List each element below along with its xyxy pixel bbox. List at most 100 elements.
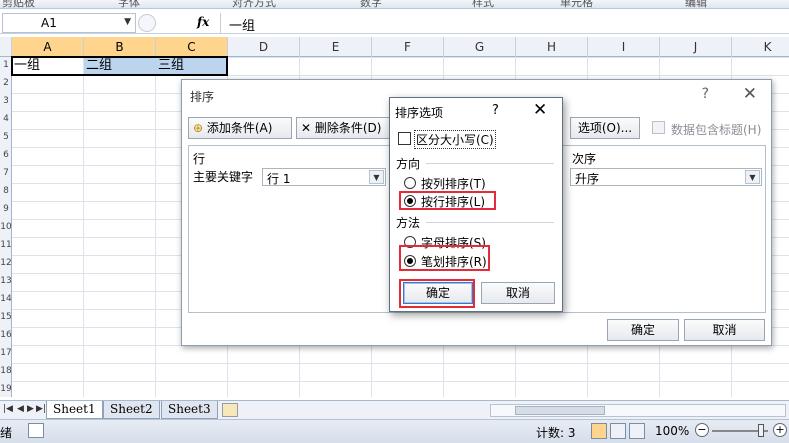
sort-options-dialog: 排序选项 ? ✕ 区分大小写(C) 方向 按列排序(T) 按行排序(L) 方法 … [389,97,563,312]
order-select[interactable]: 升序 ▼ [570,168,762,186]
row-header[interactable]: 14 [0,294,12,304]
column-header[interactable]: I [588,37,660,57]
zoom-out-icon[interactable]: − [695,423,709,437]
row-header[interactable]: 19 [0,384,12,394]
row-header[interactable]: 18 [0,366,12,376]
order-value: 升序 [575,172,600,186]
highlight-box-ok [399,279,475,308]
page-break-icon[interactable] [629,423,645,439]
row-header[interactable]: 11 [0,240,12,250]
last-sheet-icon[interactable]: ▶| [36,404,46,414]
highlight-box-by-row [399,191,496,210]
chevron-down-icon[interactable]: ▼ [745,170,760,184]
row-header[interactable]: 13 [0,276,12,286]
sheet-tabs-bar: |◀ ◀ ▶ ▶| Sheet1 Sheet2 Sheet3 [0,400,789,419]
name-box-value: A1 [41,16,57,30]
next-sheet-icon[interactable]: ▶ [27,404,34,414]
divider [426,163,554,164]
insert-function-icon[interactable]: fx [197,15,209,29]
column-header[interactable]: H [516,37,588,57]
column-headers: A B C D E F G H I J K [0,37,789,57]
by-column-label: 按列排序(T) [421,177,486,191]
row-header[interactable]: 6 [0,150,12,160]
ribbon-group-alignment: 对齐方式 [232,0,276,9]
options-cancel-button[interactable]: 取消 [481,282,555,304]
macro-record-icon[interactable] [28,423,44,438]
first-sheet-icon[interactable]: |◀ [3,404,13,414]
highlight-box-stroke [399,245,490,271]
row-header[interactable]: 12 [0,258,12,268]
select-all-corner[interactable] [0,37,12,57]
delete-condition-icon: ✕ [301,121,315,135]
ribbon-group-cells: 单元格 [560,0,593,9]
row-header[interactable]: 7 [0,168,12,178]
insert-sheet-icon[interactable] [222,403,238,417]
formula-bar: A1 ▼ fx 一组 [0,12,789,34]
column-header[interactable]: G [444,37,516,57]
column-heading-order: 次序 [572,152,597,166]
page-layout-icon[interactable] [610,423,626,439]
by-column-radio[interactable] [404,177,416,189]
chevron-down-icon[interactable]: ▼ [369,170,384,184]
row-header[interactable]: 8 [0,186,12,196]
row-header[interactable]: 15 [0,312,12,322]
formula-input[interactable]: 一组 [220,13,787,34]
zoom-level[interactable]: 100% [655,424,689,438]
ribbon-group-number: 数字 [360,0,382,9]
name-box[interactable]: A1 ▼ [2,13,136,33]
direction-group-label: 方向 [396,157,421,171]
primary-key-select[interactable]: 行 1 ▼ [262,168,386,186]
gridline [155,57,156,397]
column-header[interactable]: K [732,37,789,57]
close-icon[interactable]: ✕ [533,100,547,120]
help-icon[interactable]: ? [702,86,709,102]
column-header[interactable]: F [372,37,444,57]
row-headers: 1 2 3 4 5 6 7 8 9 10 11 12 13 14 15 16 1… [0,57,12,397]
column-heading-row: 行 [193,152,206,166]
cancel-button[interactable]: 取消 [684,319,765,341]
row-header[interactable]: 2 [0,78,12,88]
prev-sheet-icon[interactable]: ◀ [17,404,24,414]
horizontal-scrollbar[interactable] [490,404,786,417]
options-button[interactable]: 选项(O)... [570,117,640,139]
delete-condition-label: 删除条件(D) [314,121,382,135]
row-header[interactable]: 17 [0,348,12,358]
add-condition-label: 添加条件(A) [206,121,273,135]
gridline [83,57,84,397]
row-header[interactable]: 4 [0,114,12,124]
column-header[interactable]: D [228,37,300,57]
selection-outline [11,56,228,76]
primary-key-value: 行 1 [267,172,291,186]
row-header[interactable]: 10 [0,222,12,232]
normal-view-icon[interactable] [591,423,607,439]
header-checkbox[interactable] [652,121,665,134]
row-header[interactable]: 5 [0,132,12,142]
excel-window: 剪贴板 字体 对齐方式 数字 样式 单元格 编辑 A1 ▼ fx 一组 A B … [0,0,789,443]
zoom-slider-thumb[interactable] [758,424,764,437]
zoom-in-icon[interactable]: + [773,423,787,437]
row-header[interactable]: 9 [0,204,12,214]
scrollbar-thumb[interactable] [515,406,605,415]
column-header[interactable]: E [300,37,372,57]
formula-bar-splitter[interactable] [138,14,156,32]
column-header[interactable]: A [12,37,84,57]
help-icon[interactable]: ? [492,103,499,118]
delete-condition-button[interactable]: ✕ 删除条件(D) [296,117,390,139]
row-header[interactable]: 16 [0,330,12,340]
case-sensitive-checkbox[interactable] [398,132,411,145]
chevron-down-icon[interactable]: ▼ [124,17,131,27]
case-sensitive-label: 区分大小写(C) [414,130,496,149]
column-header[interactable]: B [84,37,156,57]
close-icon[interactable]: ✕ [743,84,757,104]
column-header[interactable]: C [156,37,228,57]
add-condition-icon: ⊕ [193,121,207,135]
ok-button[interactable]: 确定 [607,319,679,341]
add-condition-button[interactable]: ⊕ 添加条件(A) [188,117,292,139]
status-bar: 绪 计数: 3 100% − + [0,419,789,443]
tab-sheet2[interactable]: Sheet2 [103,401,160,419]
tab-sheet3[interactable]: Sheet3 [161,401,218,419]
sort-dialog-title: 排序 [190,90,215,104]
row-header[interactable]: 3 [0,96,12,106]
column-header[interactable]: J [660,37,732,57]
tab-sheet1[interactable]: Sheet1 [46,401,103,419]
